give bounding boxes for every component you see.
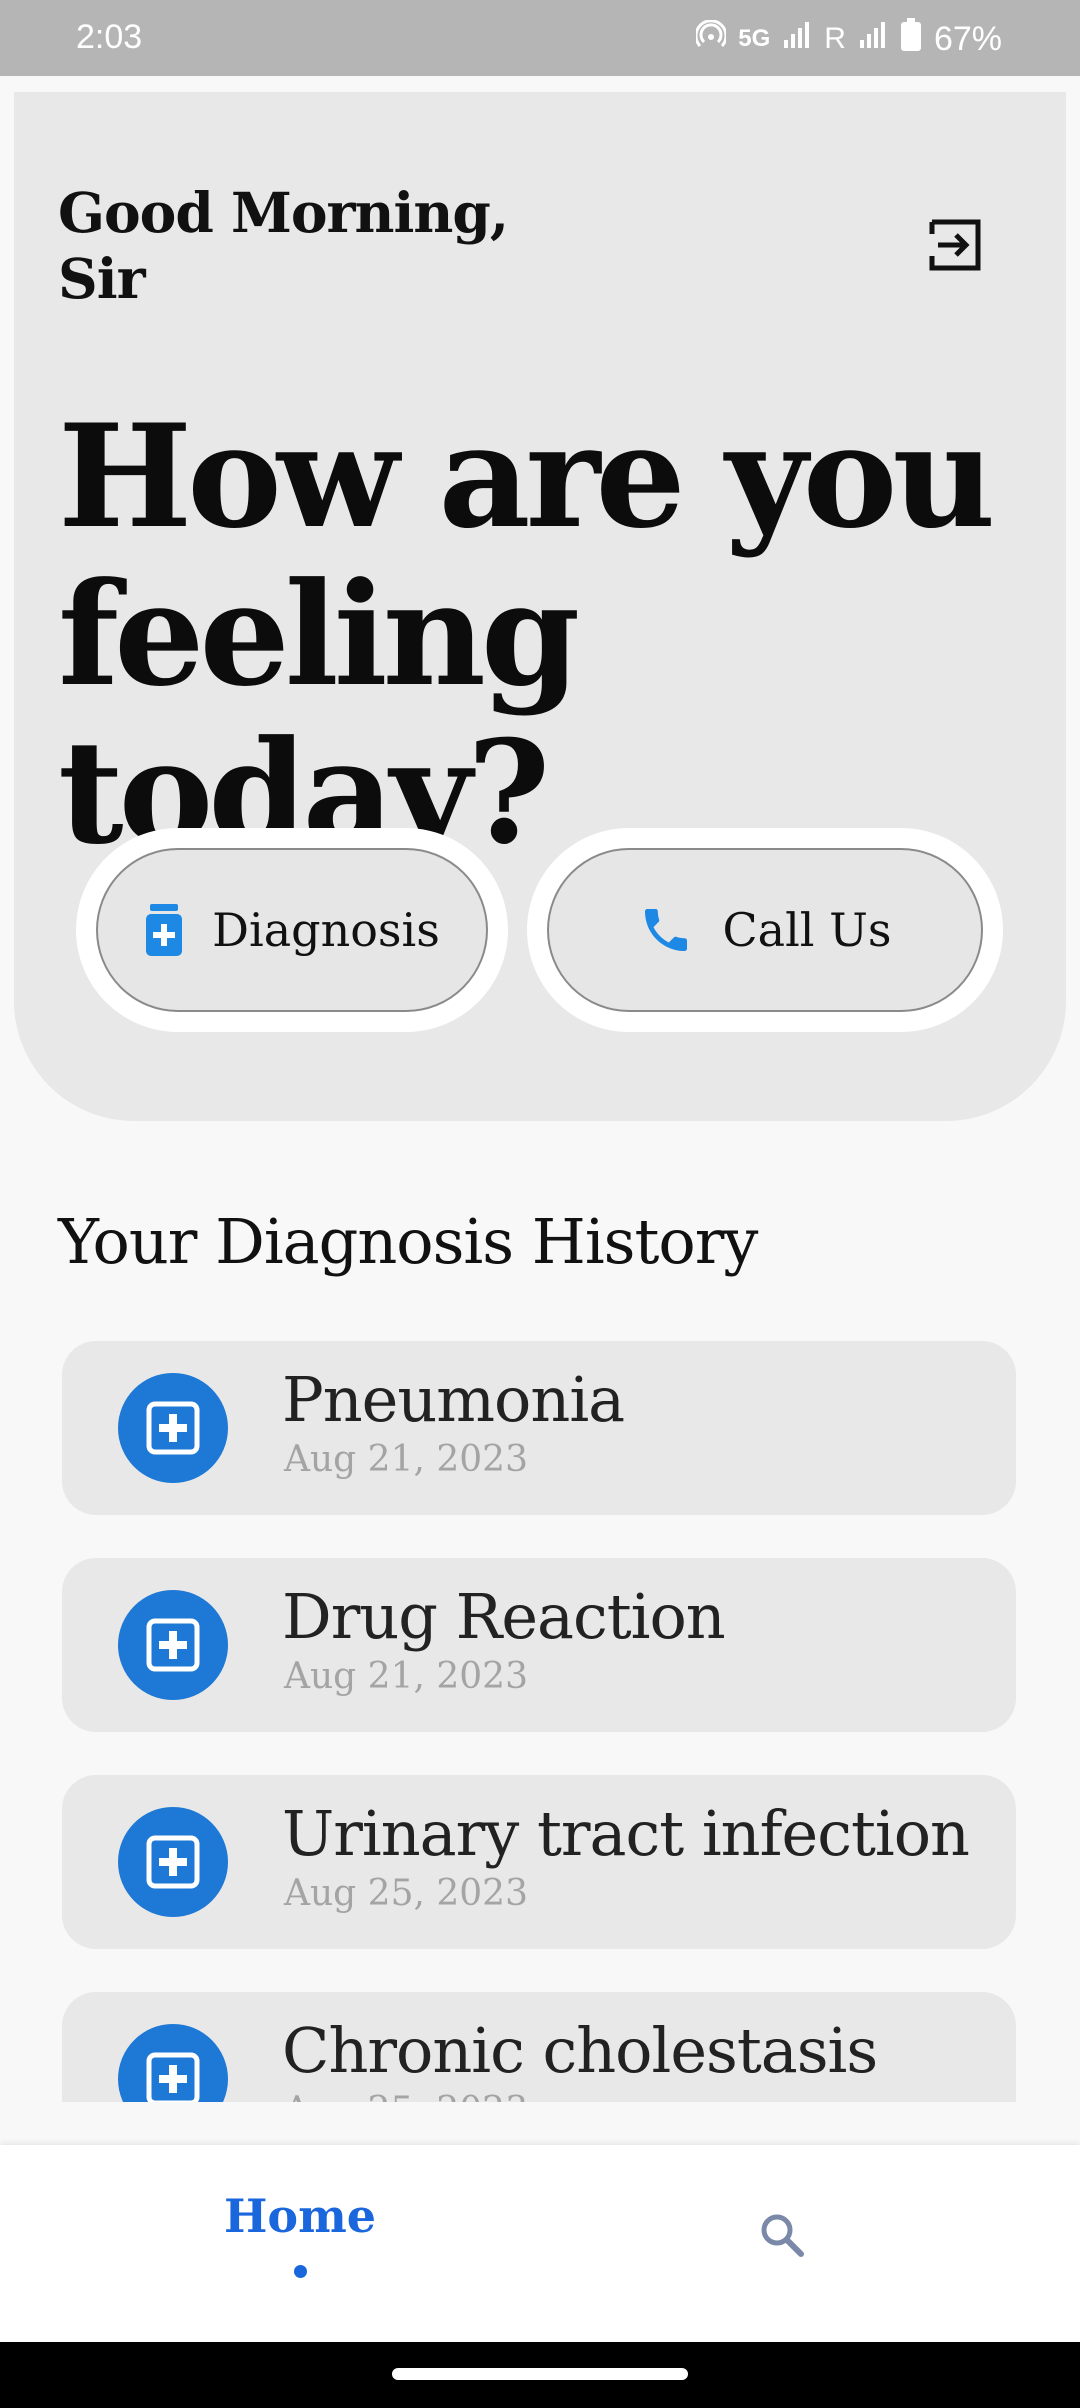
- medical-plus-icon: [118, 2024, 228, 2102]
- battery-icon: [900, 18, 922, 60]
- signal-icon-2: [858, 20, 888, 58]
- history-section-title: Your Diagnosis History: [58, 1205, 758, 1278]
- nav-search[interactable]: [742, 2197, 822, 2277]
- system-gesture-bar: [0, 2342, 1080, 2408]
- search-icon: [759, 2212, 805, 2262]
- medical-plus-icon: [118, 1807, 228, 1917]
- history-item-date: Aug 25, 2023: [284, 1873, 528, 1914]
- status-icons: 5G R 67%: [694, 18, 1002, 60]
- home-gesture-handle[interactable]: [392, 2368, 688, 2380]
- medicine-bottle-icon: [144, 904, 184, 956]
- signal-icon: [782, 20, 812, 58]
- diagnosis-button-wrapper: Diagnosis: [76, 828, 508, 1032]
- diagnosis-button[interactable]: Diagnosis: [96, 848, 488, 1012]
- history-item-title: Drug Reaction: [282, 1580, 726, 1653]
- status-bar: 2:03 5G R 67%: [0, 0, 1080, 76]
- phone-icon: [638, 902, 694, 958]
- history-item[interactable]: Pneumonia Aug 21, 2023: [62, 1341, 1016, 1515]
- history-item-date: Aug 21, 2023: [284, 1656, 528, 1697]
- hero-headline: How are you feeling today?: [58, 394, 996, 876]
- history-item-title: Pneumonia: [282, 1363, 625, 1436]
- status-time: 2:03: [76, 18, 143, 56]
- medical-plus-icon: [118, 1590, 228, 1700]
- logout-icon: [928, 218, 982, 276]
- greeting: Good Morning, Sir: [58, 180, 509, 311]
- history-item[interactable]: Drug Reaction Aug 21, 2023: [62, 1558, 1016, 1732]
- history-list[interactable]: Pneumonia Aug 21, 2023 Drug Reaction Aug…: [0, 1340, 1080, 2102]
- nav-home[interactable]: Home: [190, 2189, 410, 2299]
- hotspot-icon: [694, 19, 728, 58]
- history-item[interactable]: Urinary tract infection Aug 25, 2023: [62, 1775, 1016, 1949]
- history-item-title: Urinary tract infection: [282, 1797, 970, 1870]
- history-item-date: Aug 25, 2023: [284, 2090, 528, 2102]
- call-us-label: Call Us: [722, 903, 892, 957]
- medical-plus-icon: [118, 1373, 228, 1483]
- bottom-nav: Home: [0, 2145, 1080, 2342]
- diagnosis-label: Diagnosis: [212, 903, 440, 957]
- history-item[interactable]: Chronic cholestasis Aug 25, 2023: [62, 1992, 1016, 2102]
- active-indicator: [293, 2265, 307, 2278]
- battery-level: 67%: [933, 19, 1002, 58]
- roaming-indicator: R: [824, 22, 846, 55]
- network-type: 5G: [738, 25, 771, 52]
- call-us-button[interactable]: Call Us: [547, 848, 983, 1012]
- call-button-wrapper: Call Us: [527, 828, 1003, 1032]
- history-item-title: Chronic cholestasis: [282, 2014, 878, 2087]
- nav-home-label: Home: [223, 2189, 377, 2243]
- logout-button[interactable]: [920, 212, 990, 282]
- history-item-date: Aug 21, 2023: [284, 1439, 528, 1480]
